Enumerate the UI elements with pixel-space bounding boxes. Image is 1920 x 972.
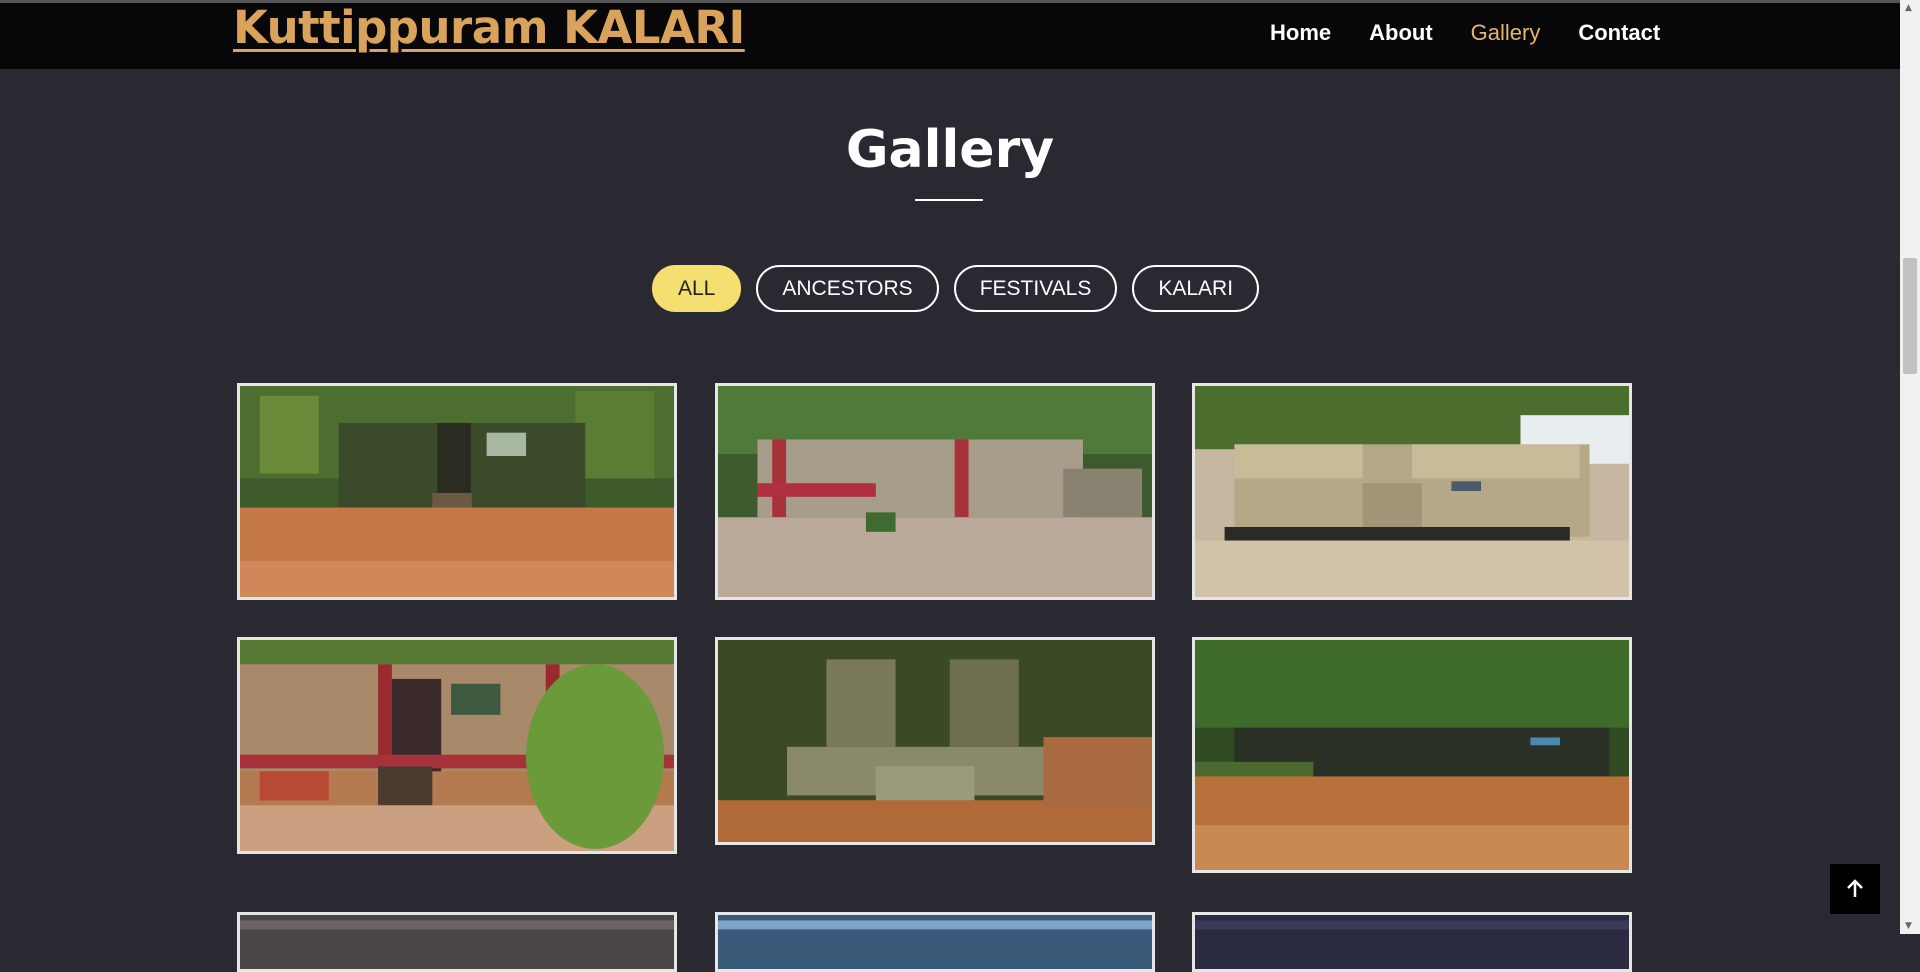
gallery-photo[interactable] [237, 912, 677, 972]
nav-home[interactable]: Home [1270, 20, 1331, 46]
arrow-up-icon [1847, 879, 1863, 897]
nav-about[interactable]: About [1369, 20, 1433, 46]
title-underline [915, 199, 983, 201]
scroll-thumb[interactable] [1903, 258, 1917, 374]
nav-menu: Home About Gallery Contact [1270, 20, 1698, 46]
nav-contact[interactable]: Contact [1578, 20, 1660, 46]
page-title: Gallery [845, 120, 1055, 180]
gallery-photo[interactable] [715, 383, 1155, 600]
gallery-photo[interactable] [715, 637, 1155, 845]
page-scrollbar[interactable]: ▲ ▼ [1900, 0, 1920, 934]
scroll-up-icon[interactable]: ▲ [1905, 3, 1912, 13]
filter-all[interactable]: ALL [652, 265, 742, 312]
scroll-down-icon[interactable]: ▼ [1905, 921, 1912, 931]
gallery-photo[interactable] [1192, 912, 1632, 972]
gallery-photo[interactable] [715, 912, 1155, 972]
site-brand-link[interactable]: Kuttippuram KALARI [233, 3, 745, 53]
filter-ancestors[interactable]: ANCESTORS [756, 265, 939, 312]
filter-festivals[interactable]: FESTIVALS [953, 265, 1118, 312]
navbar: Kuttippuram KALARI Home About Gallery Co… [0, 3, 1900, 69]
gallery-photo[interactable] [1192, 637, 1632, 873]
gallery-photo[interactable] [237, 383, 677, 600]
gallery-photo[interactable] [1192, 383, 1632, 600]
filter-kalari[interactable]: KALARI [1132, 265, 1260, 312]
nav-gallery[interactable]: Gallery [1471, 20, 1541, 46]
gallery-photo[interactable] [237, 637, 677, 854]
back-to-top-button[interactable] [1830, 864, 1880, 914]
gallery-filters: ALL ANCESTORS FESTIVALS KALARI [652, 265, 1274, 312]
